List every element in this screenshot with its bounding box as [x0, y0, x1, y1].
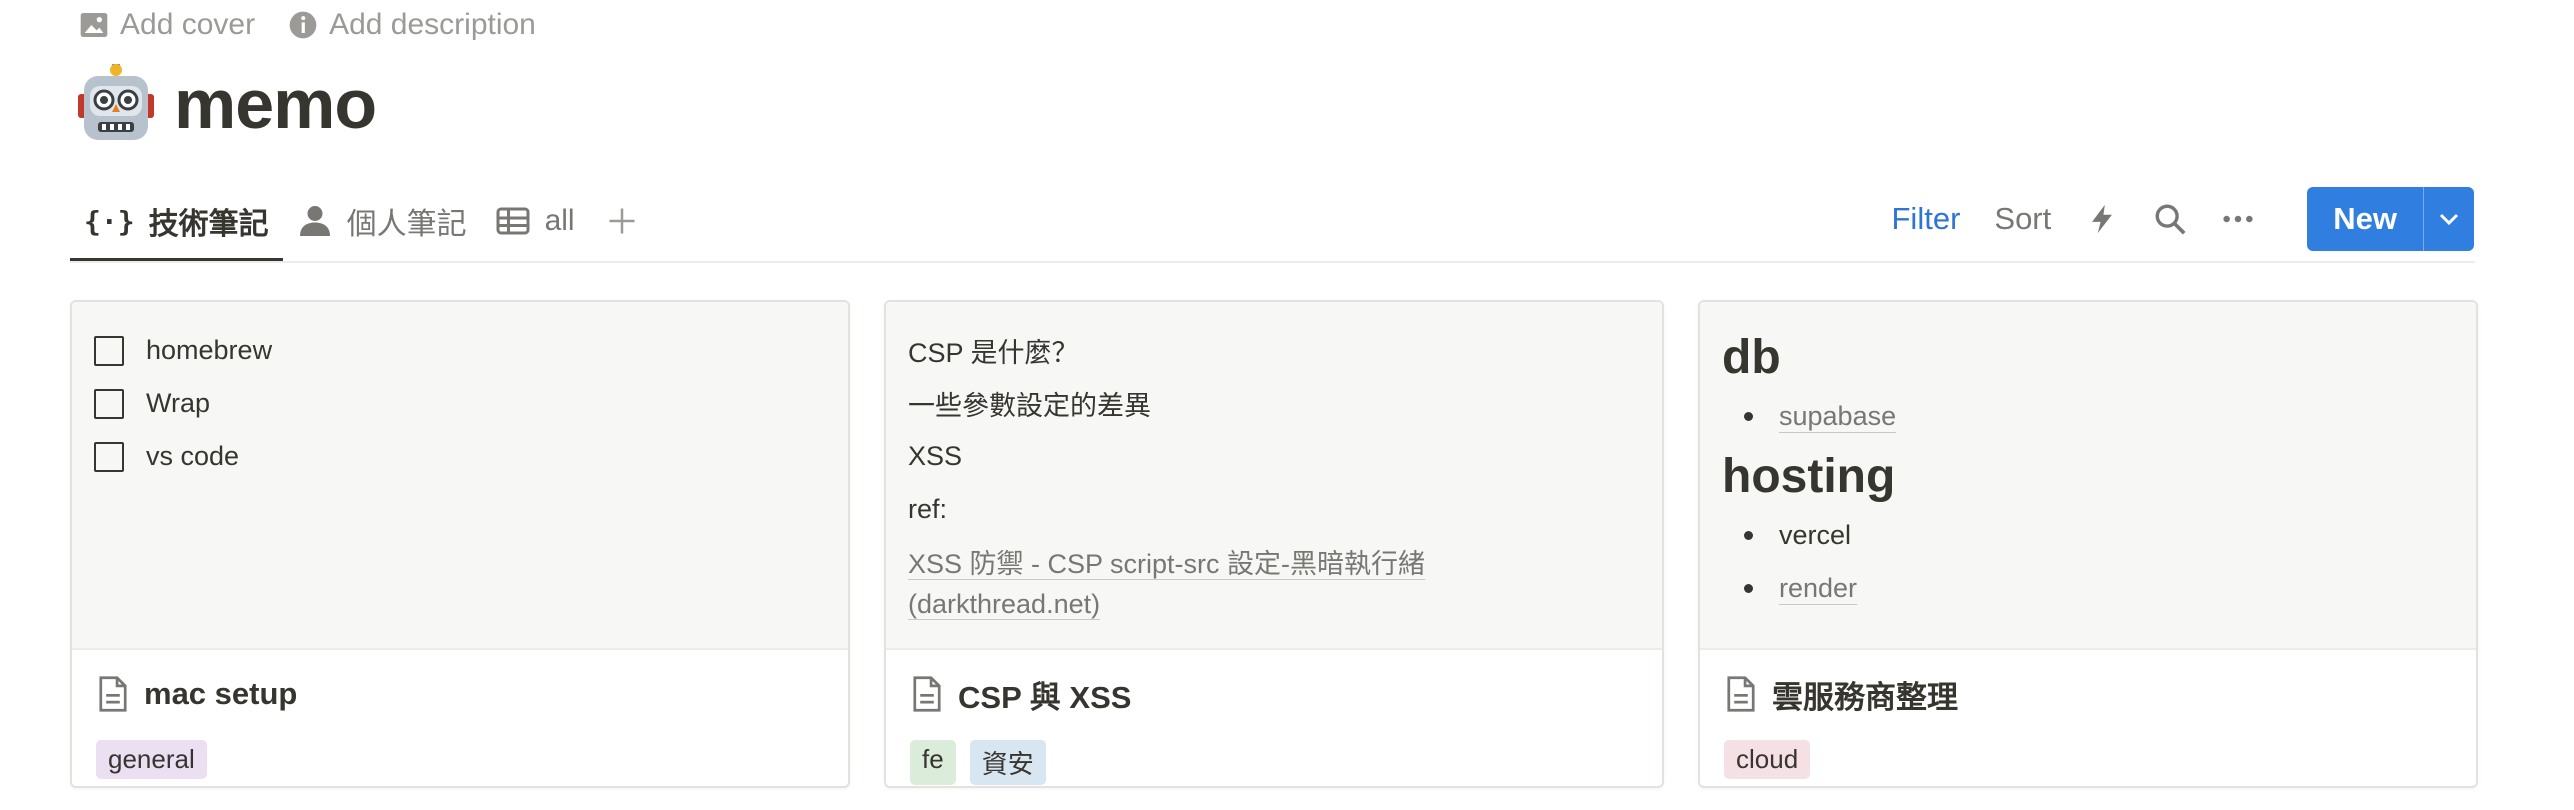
gallery-card[interactable]: CSP 是什麼？ 一些參數設定的差異 XSS ref: XSS 防禦 - CSP…: [884, 300, 1664, 788]
bullet-dot: [1744, 412, 1753, 421]
text-block: ref:: [908, 494, 948, 524]
add-description-label: Add description: [329, 8, 536, 41]
add-description-button[interactable]: Add description: [287, 8, 536, 42]
lightning-icon: [2092, 204, 2113, 234]
view-tabs: {·} 技術筆記 個人筆記 all: [70, 180, 655, 262]
tag: fe: [910, 740, 956, 785]
tab-label: 個人筆記: [346, 208, 467, 241]
card-preview: db supabase hosting vercel render: [1700, 302, 2476, 650]
new-button[interactable]: New: [2307, 187, 2423, 251]
bullet-dot: [1744, 584, 1753, 593]
tag-list: general: [96, 740, 824, 779]
ellipsis-icon: [2223, 215, 2253, 223]
curly-braces-icon: {·}: [84, 204, 135, 238]
card-title-text: 雲服務商整理: [1772, 679, 1958, 715]
page-icon: [913, 676, 941, 712]
todo-text: homebrew: [146, 335, 273, 365]
card-preview: homebrew Wrap vs code: [72, 302, 848, 650]
card-title-text: mac setup: [144, 676, 298, 711]
todo-text: vs code: [146, 441, 240, 471]
tab-label: all: [544, 204, 575, 237]
text-block: 一些參數設定的差異: [908, 391, 1151, 421]
search-button[interactable]: [2153, 202, 2187, 236]
add-cover-button[interactable]: Add cover: [78, 8, 255, 42]
checkbox[interactable]: [94, 335, 124, 366]
heading: hosting: [1722, 449, 1896, 503]
heading: db: [1722, 330, 1781, 384]
table-icon: [496, 207, 530, 235]
gallery: homebrew Wrap vs code mac setup general …: [70, 300, 2478, 788]
card-title: 雲服務商整理: [1724, 672, 2452, 716]
info-icon: [289, 11, 317, 39]
todo-text: Wrap: [146, 388, 211, 418]
card-title: mac setup: [96, 672, 824, 716]
bullet-item: vercel: [1722, 509, 2454, 562]
bullet-link[interactable]: render: [1779, 573, 1858, 605]
bullet-dot: [1744, 531, 1753, 540]
text-block: CSP 是什麼？: [908, 338, 1079, 368]
filter-button[interactable]: Filter: [1892, 201, 1961, 237]
todo-item: homebrew: [94, 324, 826, 377]
page-title[interactable]: memo: [174, 64, 377, 144]
todo-item: vs code: [94, 430, 826, 483]
card-title: CSP 與 XSS: [910, 672, 1638, 716]
sort-button[interactable]: Sort: [1994, 201, 2051, 237]
tabs-divider: [70, 261, 2475, 263]
tab-all[interactable]: all: [481, 180, 589, 262]
bullet-item: supabase: [1722, 390, 2454, 443]
gallery-card[interactable]: db supabase hosting vercel render 雲服務商整理…: [1698, 300, 2478, 788]
page-header: memo: [78, 64, 377, 144]
page-meta-actions: Add cover Add description: [78, 8, 536, 42]
gallery-card[interactable]: homebrew Wrap vs code mac setup general: [70, 300, 850, 788]
new-button-group: New: [2307, 187, 2474, 251]
card-title-text: CSP 與 XSS: [958, 679, 1132, 715]
tag: general: [96, 740, 207, 779]
robot-icon[interactable]: [78, 64, 154, 144]
card-body: 雲服務商整理 cloud: [1700, 650, 2476, 786]
tab-label: 技術筆記: [148, 208, 269, 241]
tag-list: cloud: [1724, 740, 2452, 779]
add-view-button[interactable]: [589, 180, 655, 262]
checkbox[interactable]: [94, 441, 124, 472]
plus-icon: [609, 208, 635, 234]
tab-personal-notes[interactable]: 個人筆記: [283, 180, 481, 262]
new-dropdown-button[interactable]: [2423, 187, 2474, 251]
chevron-down-icon: [2439, 213, 2459, 226]
todo-item: Wrap: [94, 377, 826, 430]
view-toolbar: Filter Sort New: [1892, 186, 2474, 252]
page-icon: [1727, 676, 1755, 712]
automation-button[interactable]: [2085, 202, 2119, 236]
page-icon: [99, 676, 127, 712]
search-icon: [2155, 204, 2186, 235]
image-icon: [80, 13, 108, 37]
card-body: mac setup general: [72, 650, 848, 786]
checkbox[interactable]: [94, 388, 124, 419]
bullet-text: vercel: [1779, 520, 1852, 550]
reference-link[interactable]: XSS 防禦 - CSP script-src 設定-黑暗執行緒 (darkth…: [908, 549, 1426, 620]
tag: 資安: [969, 740, 1046, 785]
person-icon: [299, 206, 330, 236]
add-cover-label: Add cover: [120, 8, 256, 41]
link-block: XSS 防禦 - CSP script-src 設定-黑暗執行緒 (darkth…: [908, 544, 1468, 624]
bullet-item: render: [1722, 562, 2454, 615]
tag: cloud: [1724, 740, 1811, 779]
text-block: XSS: [908, 441, 963, 471]
more-options-button[interactable]: [2221, 202, 2255, 236]
tab-tech-notes[interactable]: {·} 技術筆記: [70, 180, 283, 262]
bullet-link[interactable]: supabase: [1779, 401, 1897, 433]
card-preview: CSP 是什麼？ 一些參數設定的差異 XSS ref: XSS 防禦 - CSP…: [886, 302, 1662, 650]
tag-list: fe 資安: [910, 740, 1638, 785]
card-body: CSP 與 XSS fe 資安: [886, 650, 1662, 786]
